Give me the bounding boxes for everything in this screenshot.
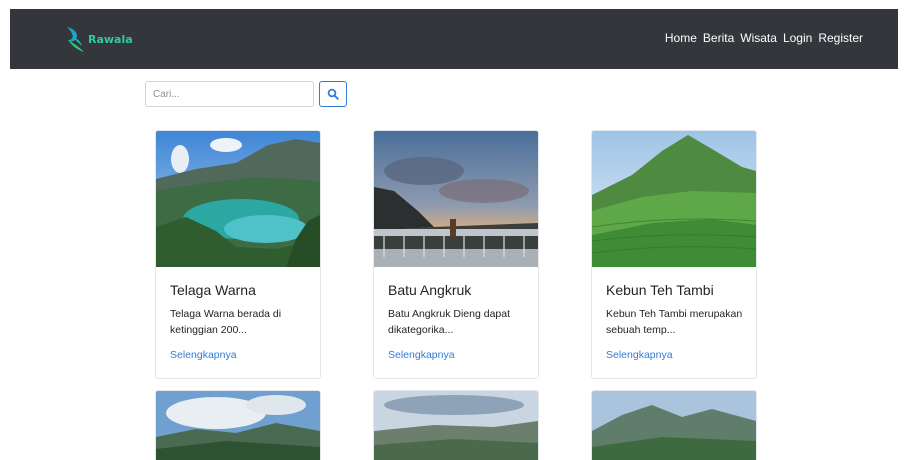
card-text: Kebun Teh Tambi merupakan sebuah temp...: [606, 308, 743, 336]
card-text: Batu Angkruk Dieng dapat dikategorika...: [388, 308, 511, 336]
card-text: Telaga Warna berada di ketinggian 200...: [170, 308, 282, 336]
card-image-batu-angkruk: [374, 131, 538, 267]
card-kebun-teh-tambi: Kebun Teh Tambi Kebun Teh Tambi merupaka…: [591, 130, 757, 379]
search-form: [145, 81, 347, 107]
card-link-selengkapnya[interactable]: Selengkapnya: [170, 349, 237, 361]
card-link-selengkapnya[interactable]: Selengkapnya: [606, 349, 673, 361]
card-title: Batu Angkruk: [388, 282, 472, 298]
card-telaga-warna: Telaga Warna Telaga Warna berada di keti…: [155, 130, 321, 379]
card-link-selengkapnya[interactable]: Selengkapnya: [388, 349, 455, 361]
search-input[interactable]: [145, 81, 314, 107]
nav-link-login[interactable]: Login: [783, 31, 812, 45]
brand[interactable]: Rawala: [64, 25, 133, 53]
brand-name: Rawala: [88, 32, 133, 46]
card-title: Telaga Warna: [170, 282, 256, 298]
card-image-telaga-warna: [156, 131, 320, 267]
nav-link-wisata[interactable]: Wisata: [740, 31, 777, 45]
rawala-logo-icon: [67, 27, 84, 52]
nav-link-berita[interactable]: Berita: [703, 31, 734, 45]
card-batu-angkruk: Batu Angkruk Batu Angkruk Dieng dapat di…: [373, 130, 539, 379]
card-title: Kebun Teh Tambi: [606, 282, 714, 298]
search-icon: [327, 88, 339, 100]
nav-link-home[interactable]: Home: [665, 31, 697, 45]
nav-link-register[interactable]: Register: [818, 31, 863, 45]
nav-links: Home Berita Wisata Login Register: [659, 31, 863, 45]
search-button[interactable]: [319, 81, 347, 107]
navbar: Rawala Home Berita Wisata Login Register: [10, 9, 898, 69]
card-image-kebun-teh-tambi: [592, 131, 756, 267]
